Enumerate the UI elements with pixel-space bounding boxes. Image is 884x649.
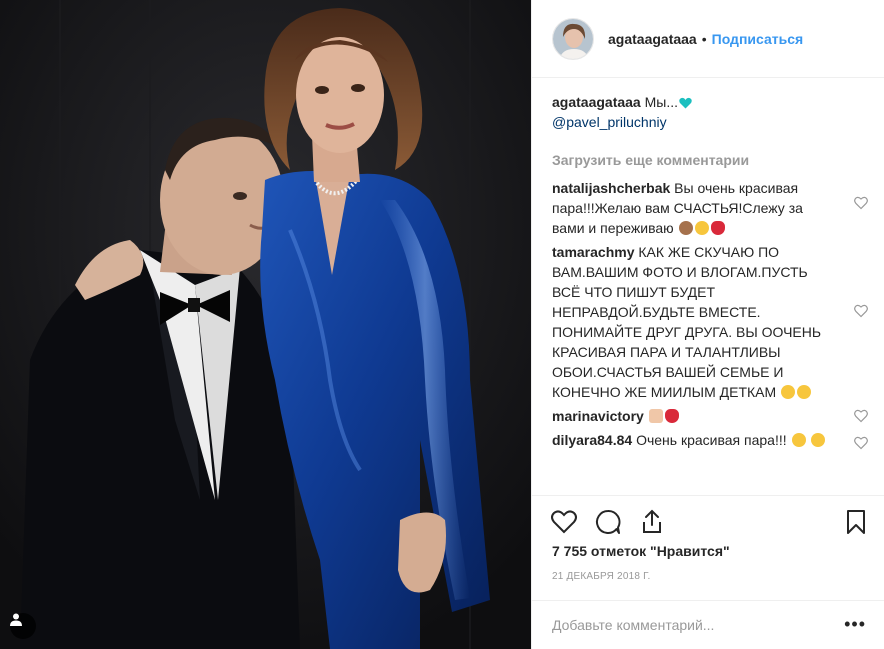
comment-input[interactable] (552, 613, 842, 637)
comment-item: natalijashcherbak Вы очень красивая пара… (552, 178, 868, 238)
post-caption: agataagataaa Мы... @pavel_priluchniy (552, 92, 868, 132)
post-photo[interactable] (0, 0, 531, 649)
caption-mention[interactable]: @pavel_priluchniy (552, 112, 868, 132)
separator-dot: • (701, 30, 707, 47)
comment-item: marinavictory (552, 406, 868, 426)
astonished-emoji-icon (811, 433, 826, 447)
load-more-comments[interactable]: Загрузить еще комментарии (552, 150, 868, 170)
photo-illustration (0, 0, 531, 649)
person-icon (10, 613, 22, 626)
like-comment-heart-icon[interactable] (854, 409, 868, 423)
kiss-emoji-icon (710, 221, 725, 235)
likes-count[interactable]: 7 755 отметок "Нравится" (552, 543, 730, 559)
teal-heart-icon (679, 94, 692, 109)
comment-bubble-icon[interactable] (594, 508, 622, 536)
monkey-emoji-icon (678, 221, 693, 235)
like-comment-heart-icon[interactable] (854, 304, 868, 318)
smiling-emoji-icon (791, 433, 806, 447)
comment-username[interactable]: tamarachmy (552, 244, 635, 260)
post-date[interactable]: 21 ДЕКАБРЯ 2018 Г. (552, 571, 650, 582)
heart-eyes-emoji-icon (781, 385, 796, 399)
comment-username[interactable]: marinavictory (552, 408, 644, 424)
caption-text: Мы... (644, 94, 679, 110)
post-sidebar: agataagataaa • Подписаться agataagataaa … (531, 0, 884, 649)
instagram-post: agataagataaa • Подписаться agataagataaa … (0, 0, 884, 649)
caption-username[interactable]: agataagataaa (552, 94, 641, 110)
avatar-image (553, 18, 593, 59)
follow-button[interactable]: Подписаться (712, 31, 804, 47)
surprised-emoji-icon (797, 385, 812, 399)
bookmark-icon[interactable] (842, 508, 870, 536)
comment-username[interactable]: natalijashcherbak (552, 180, 670, 196)
post-actions-bar (532, 495, 884, 545)
raised-hand-emoji-icon (648, 409, 663, 423)
comment-username[interactable]: dilyara84.84 (552, 432, 632, 448)
comment-text: КАК ЖЕ СКУЧАЮ ПО ВАМ.ВАШИМ ФОТО И ВЛОГАМ… (552, 244, 822, 400)
comment-text: Очень красивая пара!!! (636, 432, 787, 448)
more-options-button[interactable]: ••• (844, 615, 866, 633)
comment-item: tamarachmy КАК ЖЕ СКУЧАЮ ПО ВАМ.ВАШИМ ФО… (552, 242, 868, 402)
like-comment-heart-icon[interactable] (854, 436, 868, 450)
post-header: agataagataaa • Подписаться (532, 0, 884, 78)
user-tags-button[interactable] (10, 613, 36, 639)
heart-icon[interactable] (550, 508, 578, 536)
smile-emoji-icon (694, 221, 709, 235)
like-comment-heart-icon[interactable] (854, 196, 868, 210)
author-username[interactable]: agataagataaa (608, 31, 697, 47)
avatar[interactable] (552, 17, 594, 60)
two-hearts-emoji-icon (664, 409, 679, 423)
comments-list: agataagataaa Мы... @pavel_priluchniy Заг… (552, 92, 868, 454)
share-icon[interactable] (638, 508, 666, 536)
add-comment-bar: ••• (532, 600, 884, 649)
comment-item: dilyara84.84 Очень красивая пара!!! (552, 430, 868, 450)
